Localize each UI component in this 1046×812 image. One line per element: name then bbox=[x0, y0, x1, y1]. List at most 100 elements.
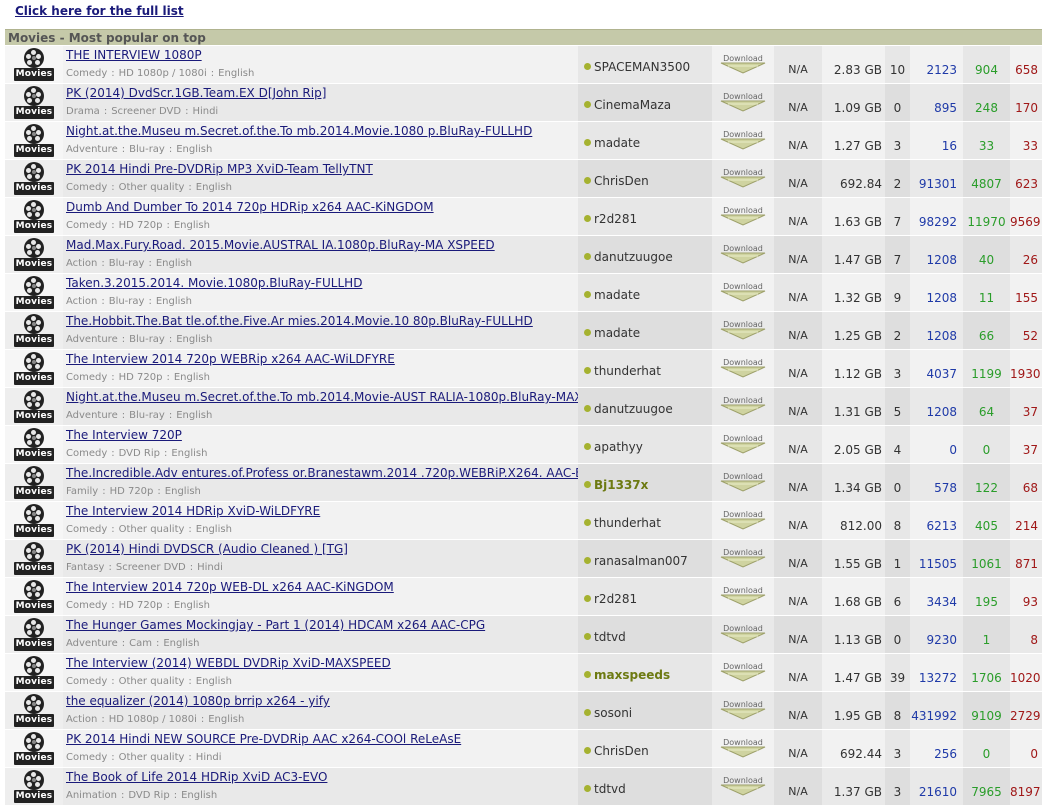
torrent-title-link[interactable]: The Interview 2014 HDRip XviD-WiLDFYRE bbox=[66, 504, 320, 518]
download-button[interactable]: Download bbox=[720, 624, 766, 644]
download-button[interactable]: Download bbox=[720, 434, 766, 454]
download-button[interactable]: Download bbox=[720, 320, 766, 340]
movie-reel-icon[interactable]: Movies bbox=[14, 276, 54, 310]
torrent-title-link[interactable]: PK 2014 Hindi Pre-DVDRip MP3 XviD-Team T… bbox=[66, 162, 373, 176]
uploader-link[interactable]: r2d281 bbox=[584, 592, 637, 606]
category-cell: Movies bbox=[5, 122, 63, 159]
category-cell: Movies bbox=[5, 160, 63, 197]
seeders-count: 122 bbox=[963, 464, 1010, 501]
download-button[interactable]: Download bbox=[720, 168, 766, 188]
uploader-link[interactable]: ChrisDen bbox=[584, 174, 649, 188]
download-button[interactable]: Download bbox=[720, 282, 766, 302]
movie-reel-icon[interactable]: Movies bbox=[14, 238, 54, 272]
category-icon-label: Movies bbox=[14, 372, 54, 385]
movie-reel-icon[interactable]: Movies bbox=[14, 428, 54, 462]
download-button[interactable]: Download bbox=[720, 776, 766, 796]
movie-reel-icon[interactable]: Movies bbox=[14, 694, 54, 728]
comments-count: 4037 bbox=[926, 367, 957, 381]
movie-reel-icon[interactable]: Movies bbox=[14, 466, 54, 500]
torrent-title-link[interactable]: The Interview 2014 720p WEB-DL x264 AAC-… bbox=[66, 580, 394, 594]
film-reel-shape bbox=[24, 200, 44, 220]
download-button[interactable]: Download bbox=[720, 586, 766, 606]
download-button[interactable]: Download bbox=[720, 54, 766, 74]
download-button[interactable]: Download bbox=[720, 662, 766, 682]
download-cell: Download bbox=[712, 350, 774, 387]
torrent-title-link[interactable]: The Interview 720P bbox=[66, 428, 182, 442]
download-button[interactable]: Download bbox=[720, 548, 766, 568]
torrent-title-link[interactable]: PK 2014 Hindi NEW SOURCE Pre-DVDRip AAC … bbox=[66, 732, 461, 746]
table-row: Movies the equalizer (2014) 1080p brrip … bbox=[5, 692, 1042, 730]
download-button[interactable]: Download bbox=[720, 92, 766, 112]
download-button[interactable]: Download bbox=[720, 206, 766, 226]
torrent-title-link[interactable]: PK (2014) Hindi DVDSCR (Audio Cleaned ) … bbox=[66, 542, 348, 556]
uploader-link[interactable]: r2d281 bbox=[584, 212, 637, 226]
movie-reel-icon[interactable]: Movies bbox=[14, 352, 54, 386]
torrent-title-link[interactable]: Taken.3.2015.2014. Movie.1080p.BluRay-FU… bbox=[66, 276, 362, 290]
torrent-title-link[interactable]: The.Hobbit.The.Bat tle.of.the.Five.Ar mi… bbox=[66, 314, 533, 328]
seeders-count: 40 bbox=[963, 236, 1010, 273]
torrent-title-link[interactable]: the equalizer (2014) 1080p brrip x264 - … bbox=[66, 694, 330, 708]
uploader-link[interactable]: CinemaMaza bbox=[584, 98, 671, 112]
torrent-title-link[interactable]: The Hunger Games Mockingjay - Part 1 (20… bbox=[66, 618, 485, 632]
torrent-title-link[interactable]: The.Incredible.Adv entures.of.Profess or… bbox=[66, 466, 638, 480]
torrent-title-link[interactable]: The Interview (2014) WEBDL DVDRip XviD-M… bbox=[66, 656, 391, 670]
movie-reel-icon[interactable]: Movies bbox=[14, 314, 54, 348]
category-cell: Movies bbox=[5, 274, 63, 311]
torrent-title-link[interactable]: Night.at.the.Museu m.Secret.of.the.To mb… bbox=[66, 124, 532, 138]
uploader-link[interactable]: apathyy bbox=[584, 440, 643, 454]
download-button[interactable]: Download bbox=[720, 510, 766, 530]
movie-reel-icon[interactable]: Movies bbox=[14, 86, 54, 120]
movie-reel-icon[interactable]: Movies bbox=[14, 162, 54, 196]
movie-reel-icon[interactable]: Movies bbox=[14, 732, 54, 766]
meta-separator: : bbox=[188, 524, 192, 535]
download-button[interactable]: Download bbox=[720, 130, 766, 150]
uploader-link[interactable]: madate bbox=[584, 136, 640, 150]
uploader-link[interactable]: danutzuugoe bbox=[584, 250, 673, 264]
movie-reel-icon[interactable]: Movies bbox=[14, 656, 54, 690]
download-button[interactable]: Download bbox=[720, 472, 766, 492]
comments-count: 13272 bbox=[918, 671, 957, 685]
uploader-link[interactable]: sosoni bbox=[584, 706, 632, 720]
uploader-link[interactable]: maxspeeds bbox=[584, 668, 670, 682]
download-button[interactable]: Download bbox=[720, 700, 766, 720]
torrent-title-link[interactable]: The Interview 2014 720p WEBRip x264 AAC-… bbox=[66, 352, 395, 366]
torrent-title-link[interactable]: The Book of Life 2014 HDRip XviD AC3-EVO bbox=[66, 770, 327, 784]
download-button[interactable]: Download bbox=[720, 244, 766, 264]
download-cell: Download bbox=[712, 388, 774, 425]
movie-reel-icon[interactable]: Movies bbox=[14, 542, 54, 576]
uploader-link[interactable]: madate bbox=[584, 288, 640, 302]
movie-reel-icon[interactable]: Movies bbox=[14, 48, 54, 82]
category-cell: Movies bbox=[5, 730, 63, 767]
torrent-title-link[interactable]: Night.at.the.Museu m.Secret.of.the.To mb… bbox=[66, 390, 622, 404]
uploader-link[interactable]: madate bbox=[584, 326, 640, 340]
uploader-link[interactable]: thunderhat bbox=[584, 364, 661, 378]
uploader-link[interactable]: danutzuugoe bbox=[584, 402, 673, 416]
download-button[interactable]: Download bbox=[720, 738, 766, 758]
category-cell: Movies bbox=[5, 578, 63, 615]
download-button[interactable]: Download bbox=[720, 358, 766, 378]
uploader-link[interactable]: SPACEMAN3500 bbox=[584, 60, 690, 74]
movie-reel-icon[interactable]: Movies bbox=[14, 618, 54, 652]
uploader-link[interactable]: tdtvd bbox=[584, 782, 626, 796]
uploader-name: ranasalman007 bbox=[594, 554, 688, 568]
uploader-link[interactable]: tdtvd bbox=[584, 630, 626, 644]
movie-reel-icon[interactable]: Movies bbox=[14, 504, 54, 538]
torrent-title-link[interactable]: Mad.Max.Fury.Road. 2015.Movie.AUSTRAL IA… bbox=[66, 238, 495, 252]
movie-reel-icon[interactable]: Movies bbox=[14, 770, 54, 804]
uploader-link[interactable]: Bj1337x bbox=[584, 478, 648, 492]
full-list-link[interactable]: Click here for the full list bbox=[15, 4, 184, 18]
download-button[interactable]: Download bbox=[720, 396, 766, 416]
movie-reel-icon[interactable]: Movies bbox=[14, 200, 54, 234]
movie-reel-icon[interactable]: Movies bbox=[14, 580, 54, 614]
torrent-title-link[interactable]: Dumb And Dumber To 2014 720p HDRip x264 … bbox=[66, 200, 434, 214]
movie-reel-icon[interactable]: Movies bbox=[14, 390, 54, 424]
uploader-name: tdtvd bbox=[594, 630, 626, 644]
film-reel-shape bbox=[24, 618, 44, 638]
torrent-meta: Comedy: HD 720p: English bbox=[66, 372, 210, 383]
movie-reel-icon[interactable]: Movies bbox=[14, 124, 54, 158]
uploader-link[interactable]: thunderhat bbox=[584, 516, 661, 530]
uploader-link[interactable]: ChrisDen bbox=[584, 744, 649, 758]
torrent-title-link[interactable]: THE INTERVIEW 1080P bbox=[66, 48, 202, 62]
torrent-title-link[interactable]: PK (2014) DvdScr.1GB.Team.EX D[John Rip] bbox=[66, 86, 326, 100]
uploader-link[interactable]: ranasalman007 bbox=[584, 554, 688, 568]
